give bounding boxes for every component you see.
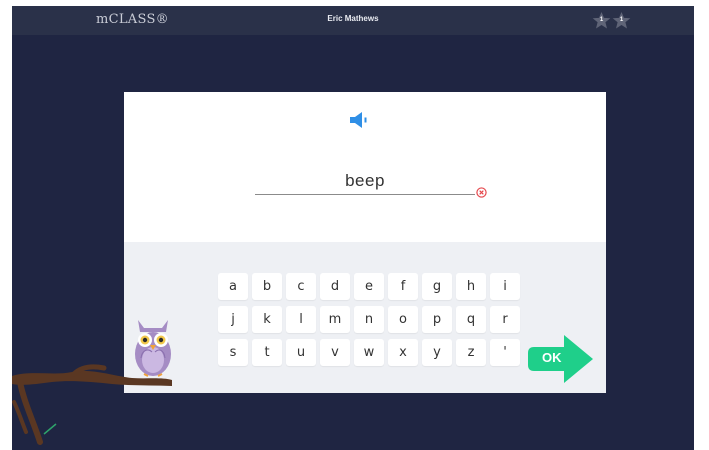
key-z[interactable]: z — [456, 339, 486, 366]
key-y[interactable]: y — [422, 339, 452, 366]
key-t[interactable]: t — [252, 339, 282, 366]
key-h[interactable]: h — [456, 273, 486, 300]
key-apostrophe[interactable]: ' — [490, 339, 520, 366]
speaker-icon[interactable] — [350, 112, 370, 128]
ok-button[interactable]: OK — [528, 334, 594, 384]
key-l[interactable]: l — [286, 306, 316, 333]
key-row: j k l m n o p q r — [218, 306, 524, 333]
key-s[interactable]: s — [218, 339, 248, 366]
key-u[interactable]: u — [286, 339, 316, 366]
star-count: 1 — [599, 17, 604, 23]
app-window: mCLASS® Eric Mathews 1 1 beep a b c d e … — [12, 6, 694, 450]
key-p[interactable]: p — [422, 306, 452, 333]
clear-icon[interactable] — [476, 183, 487, 198]
key-k[interactable]: k — [252, 306, 282, 333]
key-m[interactable]: m — [320, 306, 350, 333]
key-x[interactable]: x — [388, 339, 418, 366]
star-icon: 1 — [612, 11, 631, 30]
key-i[interactable]: i — [490, 273, 520, 300]
letter-keys: a b c d e f g h i j k l m n o p q r s t … — [218, 273, 524, 372]
key-d[interactable]: d — [320, 273, 350, 300]
star-counter: 1 1 — [592, 11, 631, 30]
answer-underline — [255, 194, 475, 195]
key-e[interactable]: e — [354, 273, 384, 300]
key-c[interactable]: c — [286, 273, 316, 300]
key-g[interactable]: g — [422, 273, 452, 300]
top-bar: mCLASS® Eric Mathews 1 1 — [12, 6, 694, 35]
key-r[interactable]: r — [490, 306, 520, 333]
star-count: 1 — [619, 17, 624, 23]
key-w[interactable]: w — [354, 339, 384, 366]
answer-input[interactable]: beep — [255, 171, 475, 191]
star-icon: 1 — [592, 11, 611, 30]
key-row: s t u v w x y z ' — [218, 339, 524, 366]
key-v[interactable]: v — [320, 339, 350, 366]
key-q[interactable]: q — [456, 306, 486, 333]
key-n[interactable]: n — [354, 306, 384, 333]
on-screen-keyboard: a b c d e f g h i j k l m n o p q r s t … — [124, 242, 606, 393]
owl-mascot — [135, 320, 171, 377]
key-f[interactable]: f — [388, 273, 418, 300]
key-j[interactable]: j — [218, 306, 248, 333]
spelling-card: beep a b c d e f g h i j k l m n o p q r… — [124, 92, 606, 393]
key-a[interactable]: a — [218, 273, 248, 300]
key-b[interactable]: b — [252, 273, 282, 300]
key-o[interactable]: o — [388, 306, 418, 333]
key-row: a b c d e f g h i — [218, 273, 524, 300]
ok-label: OK — [542, 350, 562, 365]
